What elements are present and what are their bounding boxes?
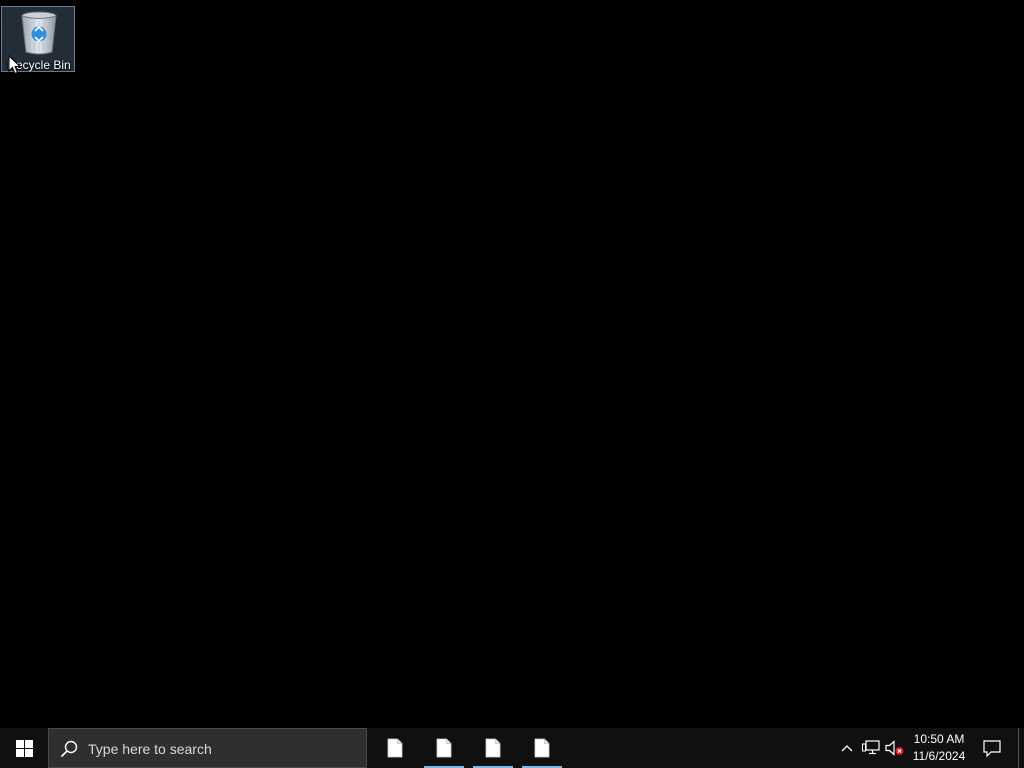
- document-icon: [534, 738, 550, 758]
- search-placeholder: Type here to search: [88, 741, 212, 757]
- network-icon: [862, 740, 880, 755]
- taskbar-app-document-1[interactable]: [375, 728, 415, 768]
- volume-button[interactable]: [884, 728, 906, 768]
- search-box[interactable]: Type here to search: [48, 728, 367, 768]
- document-icon: [387, 738, 403, 758]
- search-icon: [60, 740, 78, 758]
- windows-logo-icon: [15, 739, 33, 757]
- clock-time: 10:50 AM: [913, 732, 965, 746]
- start-button[interactable]: [0, 728, 48, 768]
- document-icon: [485, 738, 501, 758]
- recycle-bin-icon: [21, 11, 57, 55]
- desktop-icon-recycle-bin[interactable]: Recycle Bin: [1, 6, 75, 72]
- action-center-button[interactable]: [978, 728, 1006, 768]
- taskbar: Type here to search 10:50 AM 11/6/2024: [0, 728, 1024, 768]
- desktop-icon-label: Recycle Bin: [7, 58, 71, 72]
- taskbar-clock[interactable]: 10:50 AM 11/6/2024: [905, 731, 973, 765]
- clock-date: 11/6/2024: [912, 749, 966, 763]
- desktop[interactable]: Recycle Bin: [0, 0, 1024, 728]
- show-hidden-icons-button[interactable]: [838, 728, 856, 768]
- network-button[interactable]: [860, 728, 882, 768]
- action-center-icon: [983, 739, 1001, 757]
- volume-muted-icon: [885, 740, 904, 756]
- chevron-up-icon: [841, 745, 853, 752]
- show-desktop-button[interactable]: [1018, 728, 1024, 768]
- taskbar-app-document-2[interactable]: [424, 728, 464, 768]
- taskbar-app-document-3[interactable]: [473, 728, 513, 768]
- taskbar-app-document-4[interactable]: [522, 728, 562, 768]
- document-icon: [436, 738, 452, 758]
